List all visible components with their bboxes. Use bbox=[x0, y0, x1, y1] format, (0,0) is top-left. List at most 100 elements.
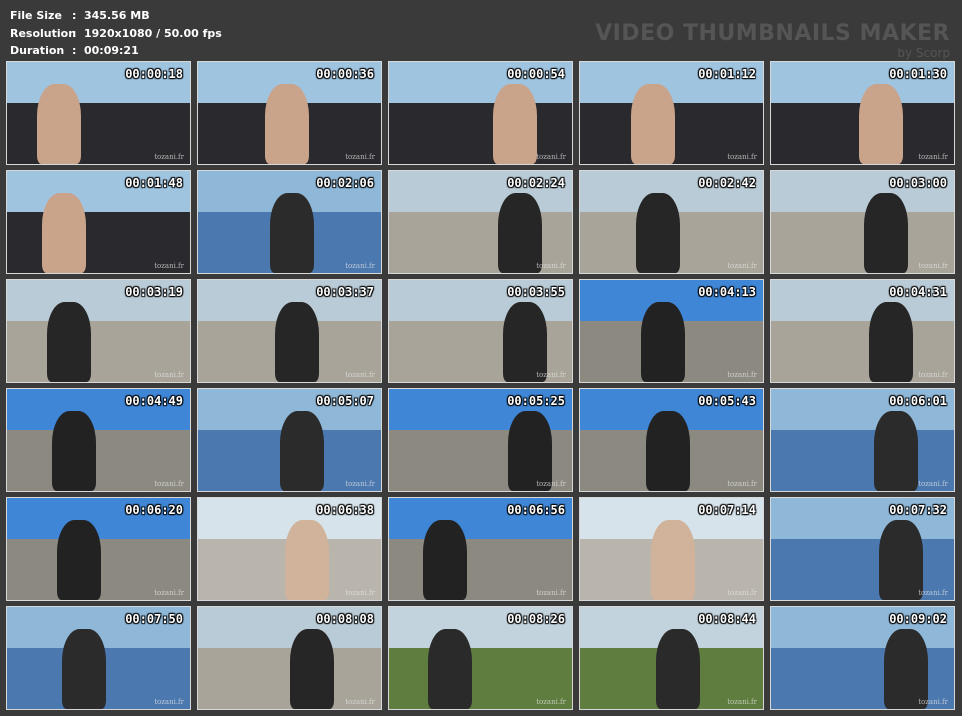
file-size-row: File Size : 345.56 MB bbox=[10, 7, 222, 25]
thumbnail-frame[interactable]: 00:04:31 tozani.fr bbox=[770, 279, 955, 383]
timestamp: 00:02:42 bbox=[698, 176, 756, 190]
timestamp: 00:03:19 bbox=[125, 285, 183, 299]
frame-figure bbox=[428, 629, 472, 709]
thumbnail-frame[interactable]: 00:01:48 tozani.fr bbox=[6, 170, 191, 274]
watermark: tozani.fr bbox=[727, 480, 757, 488]
frame-figure bbox=[631, 84, 675, 164]
thumbnail-frame[interactable]: 00:02:24 tozani.fr bbox=[388, 170, 573, 274]
watermark: tozani.fr bbox=[727, 371, 757, 379]
watermark: tozani.fr bbox=[727, 262, 757, 270]
timestamp: 00:05:25 bbox=[507, 394, 565, 408]
timestamp: 00:02:06 bbox=[316, 176, 374, 190]
frame-figure bbox=[641, 302, 685, 382]
duration-value: 00:09:21 bbox=[84, 44, 139, 57]
frame-figure bbox=[859, 84, 903, 164]
timestamp: 00:06:56 bbox=[507, 503, 565, 517]
thumbnail-frame[interactable]: 00:03:00 tozani.fr bbox=[770, 170, 955, 274]
thumbnail-frame[interactable]: 00:07:50 tozani.fr bbox=[6, 606, 191, 710]
thumbnail-frame[interactable]: 00:00:18 tozani.fr bbox=[6, 61, 191, 165]
separator: : bbox=[72, 9, 77, 22]
thumbnail-frame[interactable]: 00:06:20 tozani.fr bbox=[6, 497, 191, 601]
watermark: tozani.fr bbox=[345, 371, 375, 379]
timestamp: 00:07:14 bbox=[698, 503, 756, 517]
frame-figure bbox=[265, 84, 309, 164]
thumbnail-frame[interactable]: 00:08:08 tozani.fr bbox=[197, 606, 382, 710]
frame-figure bbox=[37, 84, 81, 164]
watermark: tozani.fr bbox=[727, 153, 757, 161]
watermark: tozani.fr bbox=[536, 262, 566, 270]
watermark: tozani.fr bbox=[154, 371, 184, 379]
thumbnail-frame[interactable]: 00:00:54 tozani.fr bbox=[388, 61, 573, 165]
frame-figure bbox=[290, 629, 334, 709]
timestamp: 00:06:20 bbox=[125, 503, 183, 517]
thumbnail-frame[interactable]: 00:04:49 tozani.fr bbox=[6, 388, 191, 492]
thumbnail-frame[interactable]: 00:04:13 tozani.fr bbox=[579, 279, 764, 383]
frame-figure bbox=[62, 629, 106, 709]
timestamp: 00:05:07 bbox=[316, 394, 374, 408]
duration-label: Duration bbox=[10, 44, 65, 57]
thumbnail-frame[interactable]: 00:01:30 tozani.fr bbox=[770, 61, 955, 165]
thumbnail-frame[interactable]: 00:05:25 tozani.fr bbox=[388, 388, 573, 492]
thumbnail-frame[interactable]: 00:01:12 tozani.fr bbox=[579, 61, 764, 165]
watermark: tozani.fr bbox=[154, 153, 184, 161]
thumbnail-frame[interactable]: 00:05:43 tozani.fr bbox=[579, 388, 764, 492]
thumbnail-frame[interactable]: 00:07:14 tozani.fr bbox=[579, 497, 764, 601]
thumbnail-frame[interactable]: 00:07:32 tozani.fr bbox=[770, 497, 955, 601]
timestamp: 00:08:08 bbox=[316, 612, 374, 626]
frame-figure bbox=[47, 302, 91, 382]
watermark: tozani.fr bbox=[536, 589, 566, 597]
frame-figure bbox=[503, 302, 547, 382]
thumbnail-frame[interactable]: 00:06:56 tozani.fr bbox=[388, 497, 573, 601]
file-info-header: File Size : 345.56 MB Resolution : 1920x… bbox=[10, 7, 222, 60]
frame-figure bbox=[646, 411, 690, 491]
watermark: tozani.fr bbox=[536, 371, 566, 379]
timestamp: 00:06:01 bbox=[889, 394, 947, 408]
thumbnail-frame[interactable]: 00:06:01 tozani.fr bbox=[770, 388, 955, 492]
timestamp: 00:06:38 bbox=[316, 503, 374, 517]
thumbnail-frame[interactable]: 00:03:37 tozani.fr bbox=[197, 279, 382, 383]
thumbnail-frame[interactable]: 00:03:55 tozani.fr bbox=[388, 279, 573, 383]
timestamp: 00:04:49 bbox=[125, 394, 183, 408]
thumbnail-frame[interactable]: 00:03:19 tozani.fr bbox=[6, 279, 191, 383]
thumbnail-frame[interactable]: 00:08:26 tozani.fr bbox=[388, 606, 573, 710]
watermark: tozani.fr bbox=[727, 698, 757, 706]
watermark: tozani.fr bbox=[918, 262, 948, 270]
timestamp: 00:09:02 bbox=[889, 612, 947, 626]
frame-figure bbox=[508, 411, 552, 491]
thumbnail-frame[interactable]: 00:06:38 tozani.fr bbox=[197, 497, 382, 601]
timestamp: 00:00:54 bbox=[507, 67, 565, 81]
frame-figure bbox=[884, 629, 928, 709]
watermark: tozani.fr bbox=[345, 153, 375, 161]
file-size-label: File Size bbox=[10, 9, 62, 22]
watermark: tozani.fr bbox=[536, 153, 566, 161]
frame-figure bbox=[285, 520, 329, 600]
timestamp: 00:07:50 bbox=[125, 612, 183, 626]
thumbnail-frame[interactable]: 00:02:42 tozani.fr bbox=[579, 170, 764, 274]
timestamp: 00:00:36 bbox=[316, 67, 374, 81]
timestamp: 00:07:32 bbox=[889, 503, 947, 517]
watermark: tozani.fr bbox=[345, 589, 375, 597]
timestamp: 00:01:30 bbox=[889, 67, 947, 81]
watermark: tozani.fr bbox=[154, 589, 184, 597]
watermark: tozani.fr bbox=[918, 480, 948, 488]
watermark: tozani.fr bbox=[345, 262, 375, 270]
timestamp: 00:05:43 bbox=[698, 394, 756, 408]
brand-title: VIDEO THUMBNAILS MAKER bbox=[595, 21, 950, 46]
thumbnail-frame[interactable]: 00:02:06 tozani.fr bbox=[197, 170, 382, 274]
watermark: tozani.fr bbox=[918, 698, 948, 706]
thumbnail-frame[interactable]: 00:00:36 tozani.fr bbox=[197, 61, 382, 165]
frame-figure bbox=[270, 193, 314, 273]
watermark: tozani.fr bbox=[727, 589, 757, 597]
brand-logo: VIDEO THUMBNAILS MAKER by Scorp bbox=[595, 22, 950, 60]
timestamp: 00:08:26 bbox=[507, 612, 565, 626]
frame-figure bbox=[42, 193, 86, 273]
watermark: tozani.fr bbox=[154, 262, 184, 270]
resolution-value: 1920x1080 / 50.00 fps bbox=[84, 26, 222, 40]
thumbnail-frame[interactable]: 00:09:02 tozani.fr bbox=[770, 606, 955, 710]
resolution-row: Resolution : 1920x1080 / 50.00 fps bbox=[10, 25, 222, 43]
thumbnail-frame[interactable]: 00:08:44 tozani.fr bbox=[579, 606, 764, 710]
thumbnail-frame[interactable]: 00:05:07 tozani.fr bbox=[197, 388, 382, 492]
separator: : bbox=[72, 44, 77, 57]
watermark: tozani.fr bbox=[918, 589, 948, 597]
frame-figure bbox=[864, 193, 908, 273]
